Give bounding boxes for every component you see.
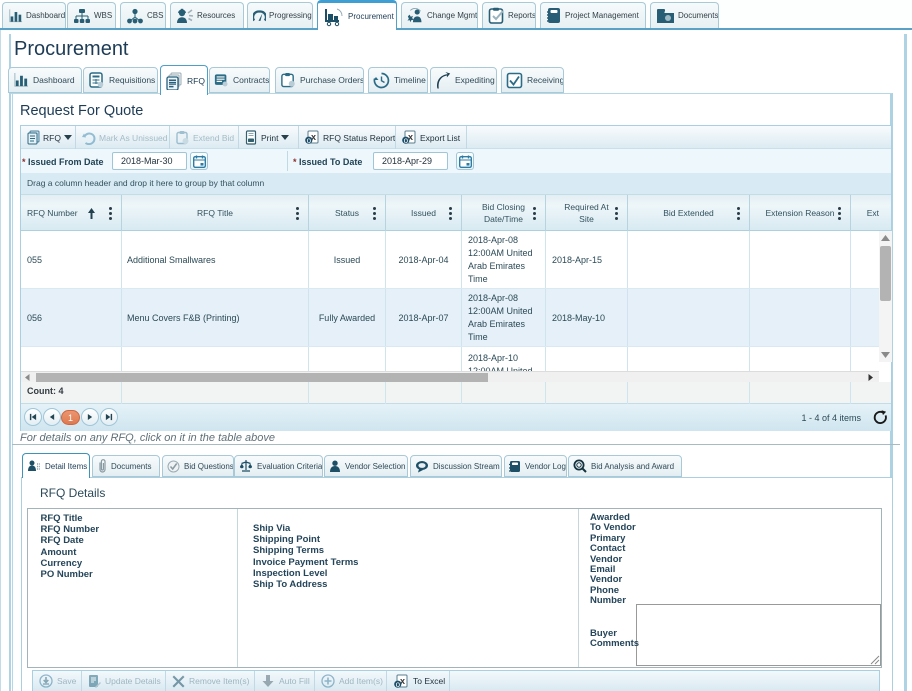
svg-text:o: o [396, 680, 401, 689]
svg-text:o: o [307, 136, 312, 145]
svg-text:o: o [404, 136, 409, 145]
